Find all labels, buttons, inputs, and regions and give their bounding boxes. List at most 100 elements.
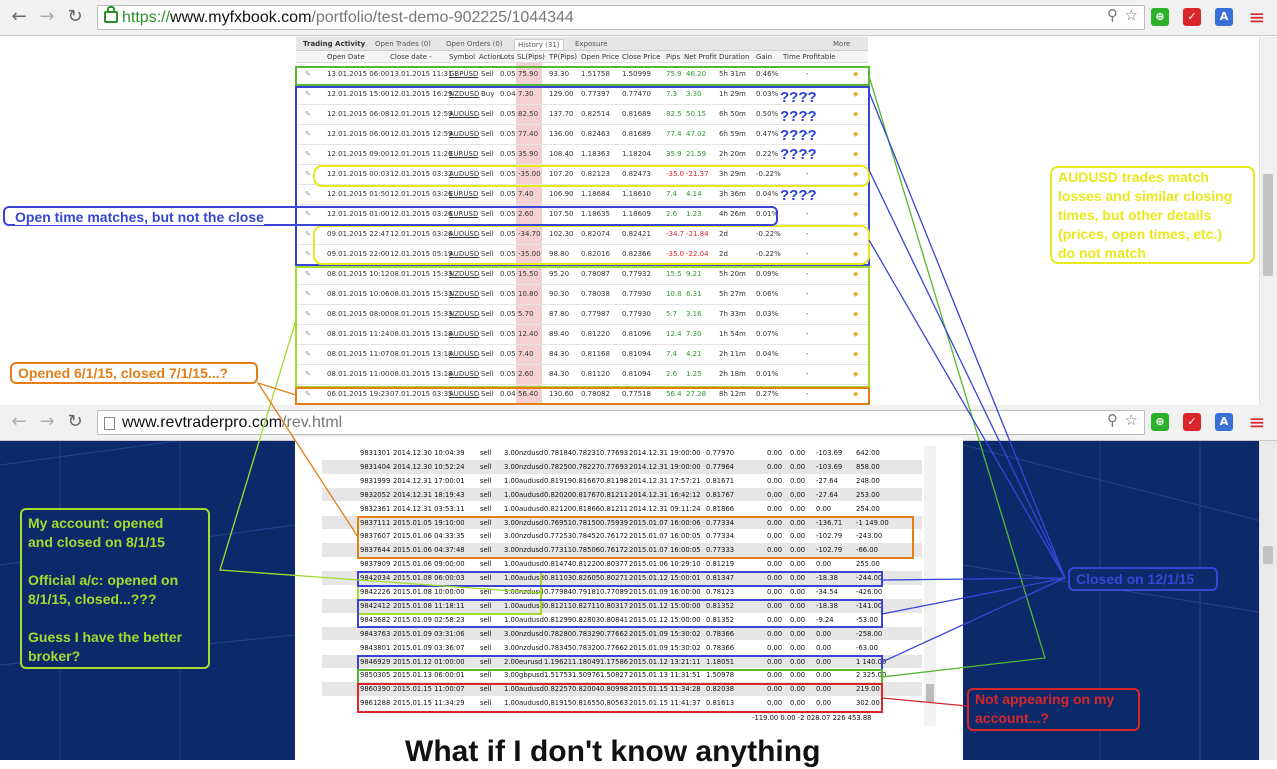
rv-table-row[interactable]: 9832052 2014.12.31 18:19:43 sell 1.00 audusd… — [322, 487, 922, 502]
bottom-scrollbar-thumb[interactable] — [1263, 546, 1273, 564]
fx-table-row[interactable]: ✎ 08.01.2015 08:00 08.01.2015 15:33 NZDUSD S… — [296, 304, 868, 325]
reload-icon[interactable]: ↻ — [64, 6, 86, 28]
rv-table-row[interactable]: 9842226 2015.01.08 10:00:00 sell 3.00 nzdusd… — [322, 585, 922, 599]
tab-exposure[interactable]: Exposure — [572, 39, 610, 49]
edit-icon[interactable]: ✎ — [305, 170, 311, 178]
rv-table-row[interactable]: 9837111 2015.01.05 19:10:00 sell 3.00 nzdusd… — [322, 515, 922, 530]
note-icon[interactable]: ◆ — [853, 290, 858, 298]
col-tp[interactable]: TP(Pips) — [549, 53, 577, 61]
col-open-date[interactable]: Open Date — [327, 53, 365, 61]
rv-table-row[interactable]: 9850305 2015.01.13 06:00:01 sell 3.00 gbpusd… — [322, 668, 922, 683]
back-icon[interactable]: ← — [8, 6, 30, 28]
col-symbol[interactable]: Symbol — [449, 53, 475, 61]
tab-open-trades[interactable]: Open Trades (0) — [372, 39, 434, 49]
col-open-price[interactable]: Open Price — [581, 53, 619, 61]
col-action[interactable]: Action — [479, 53, 501, 61]
col-lots[interactable]: Lots — [500, 53, 514, 61]
fx-table-row[interactable]: ✎ 08.01.2015 10:06 08.01.2015 15:33 NZDUSD S… — [296, 284, 868, 305]
edit-icon[interactable]: ✎ — [305, 310, 311, 318]
rv-table-row[interactable]: 9861288 2015.01.15 11:34:29 sell 1.00 audusd… — [322, 696, 922, 710]
col-sl[interactable]: SL(Pips) — [517, 53, 545, 61]
col-duration[interactable]: Duration — [719, 53, 749, 61]
edit-icon[interactable]: ✎ — [305, 350, 311, 358]
rv-scrollbar[interactable] — [924, 446, 936, 726]
fx-table-row[interactable]: ✎ 09.01.2015 22:47 12.01.2015 03:26 AUDUSD S… — [296, 224, 868, 245]
edit-icon[interactable]: ✎ — [305, 150, 311, 158]
note-icon[interactable]: ◆ — [853, 390, 858, 398]
rv-table-row[interactable]: 9837644 2015.01.06 04:37:48 sell 3.00 nzdusd… — [322, 543, 922, 558]
address-bar[interactable]: https://www.myfxbook.com/portfolio/test-… — [97, 5, 1145, 30]
fx-table-row[interactable]: ✎ 06.01.2015 19:23 07.01.2015 03:35 AUDUSD S… — [296, 384, 868, 404]
rv-table-row[interactable]: 9831999 2014.12.31 17:00:01 sell 1.00 audusd… — [322, 473, 922, 488]
note-icon[interactable]: ◆ — [853, 210, 858, 218]
extension-green-icon[interactable]: ⊕ — [1151, 8, 1169, 26]
bottom-scrollbar[interactable] — [1259, 441, 1277, 760]
note-icon[interactable]: ◆ — [853, 230, 858, 238]
menu-icon[interactable]: ≡ — [1246, 411, 1268, 433]
reload-icon[interactable]: ↻ — [64, 411, 86, 433]
rv-table-row[interactable]: 9831404 2014.12.30 10:52:24 sell 3.00 nzdusd… — [322, 459, 922, 474]
note-icon[interactable]: ◆ — [853, 70, 858, 78]
note-icon[interactable]: ◆ — [853, 310, 858, 318]
forward-icon[interactable]: → — [36, 411, 58, 433]
rv-table-row[interactable]: 9846929 2015.01.12 01:00:00 sell 2.00 eurusd… — [322, 654, 922, 669]
col-time-profitable[interactable]: Time Profitable — [783, 53, 836, 61]
address-bar-bottom[interactable]: www.revtraderpro.com/rev.html ⚲ ☆ — [97, 410, 1145, 435]
extension-red-icon[interactable]: ✓ — [1183, 413, 1201, 431]
col-close-price[interactable]: Close Price — [622, 53, 660, 61]
rv-table-row[interactable]: 9831301 2014.12.30 10:04:39 sell 3.00 nzdusd… — [322, 446, 922, 460]
note-icon[interactable]: ◆ — [853, 170, 858, 178]
rv-table-row[interactable]: 9843801 2015.01.09 03:36:07 sell 3.00 nzdusd… — [322, 640, 922, 655]
edit-icon[interactable]: ✎ — [305, 290, 311, 298]
star-icon[interactable]: ☆ — [1125, 6, 1138, 24]
translate-icon[interactable]: A — [1215, 413, 1233, 431]
edit-icon[interactable]: ✎ — [305, 270, 311, 278]
note-icon[interactable]: ◆ — [853, 250, 858, 258]
search-icon[interactable]: ⚲ — [1107, 411, 1118, 429]
note-icon[interactable]: ◆ — [853, 130, 858, 138]
fx-table-row[interactable]: ✎ 13.01.2015 06:00 13.01.2015 11:31 GBPUSD S… — [296, 64, 868, 85]
menu-icon[interactable]: ≡ — [1246, 6, 1268, 28]
rv-table-row[interactable]: 9832361 2014.12.31 03:53:11 sell 1.00 audusd… — [322, 501, 922, 516]
note-icon[interactable]: ◆ — [853, 350, 858, 358]
note-icon[interactable]: ◆ — [853, 270, 858, 278]
extension-red-icon[interactable]: ✓ — [1183, 8, 1201, 26]
forward-icon[interactable]: → — [36, 6, 58, 28]
tab-open-orders[interactable]: Open Orders (0) — [443, 39, 506, 49]
edit-icon[interactable]: ✎ — [305, 370, 311, 378]
rv-table-row[interactable]: 9842412 2015.01.08 11:18:11 sell 1.00 audusd… — [322, 598, 922, 613]
search-icon[interactable]: ⚲ — [1107, 6, 1118, 24]
edit-icon[interactable]: ✎ — [305, 330, 311, 338]
edit-icon[interactable]: ✎ — [305, 230, 311, 238]
note-icon[interactable]: ◆ — [853, 330, 858, 338]
top-scrollbar-thumb[interactable] — [1263, 174, 1273, 276]
col-gain[interactable]: Gain — [756, 53, 772, 61]
extension-green-icon[interactable]: ⊕ — [1151, 413, 1169, 431]
col-net-profit[interactable]: Net Profit — [684, 53, 717, 61]
col-close-date[interactable]: Close date - — [390, 53, 432, 61]
more-link[interactable]: More — [830, 39, 853, 49]
edit-icon[interactable]: ✎ — [305, 70, 311, 78]
edit-icon[interactable]: ✎ — [305, 130, 311, 138]
rv-table-row[interactable]: 9842034 2015.01.08 06:00:03 sell 1.00 audusd… — [322, 571, 922, 585]
star-icon[interactable]: ☆ — [1125, 411, 1138, 429]
edit-icon[interactable]: ✎ — [305, 190, 311, 198]
translate-icon[interactable]: A — [1215, 8, 1233, 26]
rv-table-row[interactable]: 9860390 2015.01.15 11:00:07 sell 1.00 audusd… — [322, 682, 922, 697]
note-icon[interactable]: ◆ — [853, 90, 858, 98]
back-icon[interactable]: ← — [8, 411, 30, 433]
edit-icon[interactable]: ✎ — [305, 110, 311, 118]
edit-icon[interactable]: ✎ — [305, 250, 311, 258]
note-icon[interactable]: ◆ — [853, 190, 858, 198]
fx-table-row[interactable]: ✎ 09.01.2015 22:00 12.01.2015 05:19 AUDUSD S… — [296, 244, 868, 265]
fx-table-row[interactable]: ✎ 08.01.2015 11:07 08.01.2015 13:18 AUDUSD S… — [296, 344, 868, 365]
fx-table-row[interactable]: ✎ 08.01.2015 11:24 08.01.2015 13:18 AUDUSD S… — [296, 324, 868, 345]
col-pips[interactable]: Pips — [666, 53, 680, 61]
rv-table-row[interactable]: 9843682 2015.01.09 02:58:23 sell 1.00 audusd… — [322, 612, 922, 627]
rv-scrollbar-thumb[interactable] — [926, 684, 934, 702]
fx-table-row[interactable]: ✎ 08.01.2015 11:00 08.01.2015 13:18 AUDUSD S… — [296, 364, 868, 385]
tab-history[interactable]: History (31) — [514, 39, 564, 50]
note-icon[interactable]: ◆ — [853, 110, 858, 118]
note-icon[interactable]: ◆ — [853, 150, 858, 158]
fx-table-row[interactable]: ✎ 12.01.2015 00:03 12.01.2015 03:32 AUDUSD S… — [296, 164, 868, 185]
